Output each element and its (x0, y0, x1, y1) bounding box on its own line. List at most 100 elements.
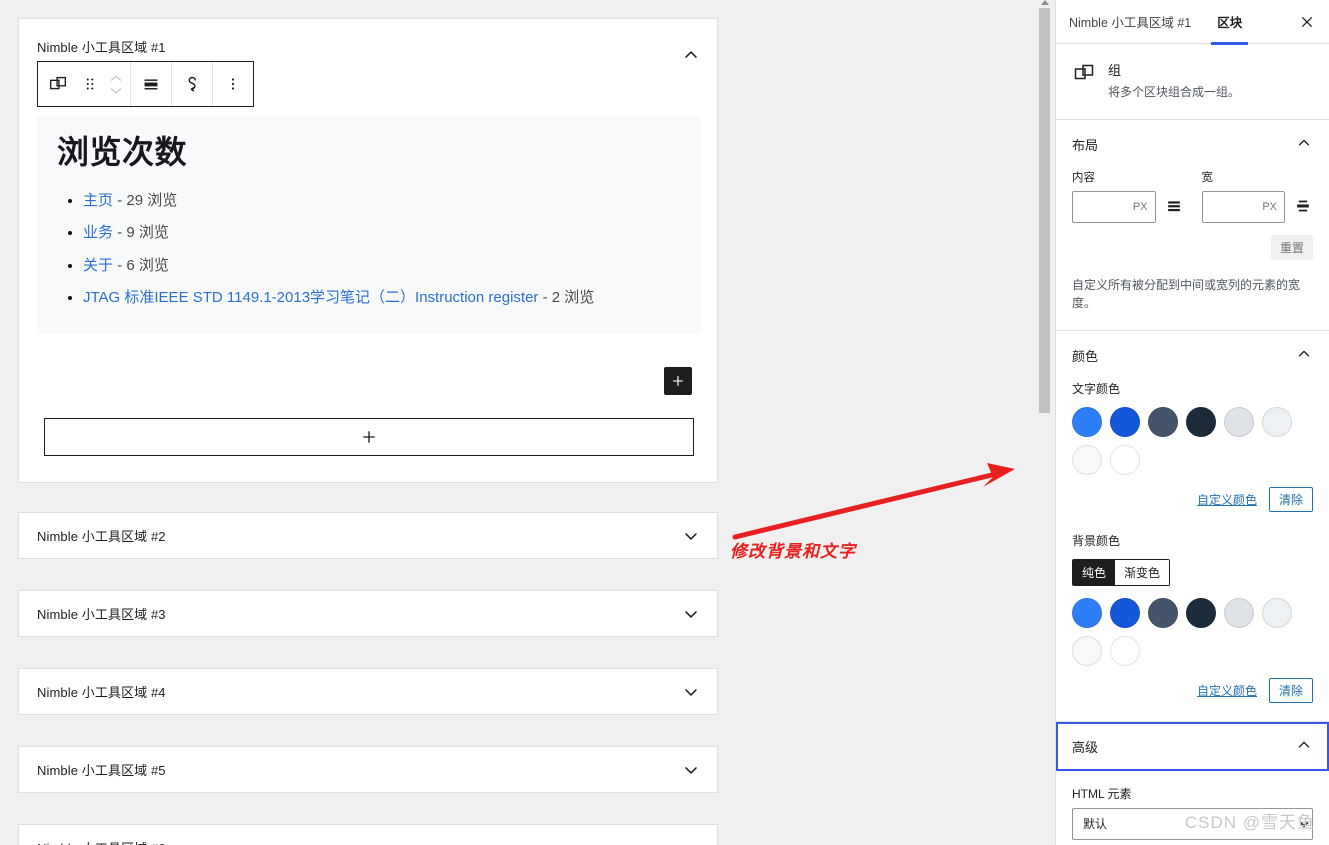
background-color-swatch-5[interactable] (1262, 598, 1292, 628)
text-color-swatch-5[interactable] (1262, 407, 1292, 437)
views-separator: - (117, 224, 123, 242)
transform-arrow-icon[interactable] (174, 62, 210, 106)
scrollbar-thumb[interactable] (1039, 8, 1050, 413)
block-mover-buttons[interactable] (104, 62, 128, 106)
chevron-up-icon[interactable] (1295, 134, 1313, 155)
solid-color-tab[interactable]: 纯色 (1073, 560, 1116, 585)
list-item: JTAG 标准IEEE STD 1149.1-2013学习笔记（二）Instru… (83, 290, 681, 307)
html-element-label: HTML 元素 (1072, 787, 1132, 801)
text-color-swatch-6[interactable] (1072, 445, 1102, 475)
chevron-down-icon (110, 87, 122, 93)
group-block-icon[interactable] (40, 62, 76, 106)
text-color-swatch-0[interactable] (1072, 407, 1102, 437)
group-block-content[interactable]: 浏览次数 主页 - 29 浏览 业务 - 9 浏览 关于 - 6 浏览 JTAG… (37, 116, 701, 334)
widget-area-panel-4[interactable]: Nimble 小工具区域 #4 (18, 668, 718, 715)
chevron-up-icon[interactable] (1295, 345, 1313, 366)
background-color-swatch-6[interactable] (1072, 636, 1102, 666)
views-count: 9 (126, 224, 135, 242)
sidebar-tabs: Nimble 小工具区域 #1 区块 (1056, 0, 1329, 45)
plus-icon (363, 431, 375, 443)
background-custom-color-button[interactable]: 自定义颜色 (1197, 682, 1257, 699)
layout-section-title: 布局 (1072, 138, 1099, 153)
text-color-swatch-2[interactable] (1148, 407, 1178, 437)
tab-widget-area[interactable]: Nimble 小工具区域 #1 (1056, 0, 1201, 44)
annotation-overlay: 修改背景和文字 (725, 455, 1025, 570)
views-link[interactable]: 关于 (83, 257, 113, 274)
annotation-text: 修改背景和文字 (730, 542, 856, 561)
gradient-color-tab[interactable]: 渐变色 (1115, 560, 1170, 585)
color-section-header[interactable]: 颜色 (1072, 345, 1313, 366)
background-color-swatch-7[interactable] (1110, 636, 1140, 666)
canvas-scrollbar[interactable] (1038, 0, 1052, 845)
views-count: 29 (126, 191, 144, 209)
chevron-up-icon[interactable] (679, 43, 703, 67)
widget-area-panel-2[interactable]: Nimble 小工具区域 #2 (18, 512, 718, 559)
advanced-section-body: HTML 元素 默认 (1056, 771, 1329, 840)
color-section-title: 颜色 (1072, 349, 1099, 364)
widget-area-panel-3[interactable]: Nimble 小工具区域 #3 (18, 590, 718, 637)
more-options-icon[interactable] (215, 62, 251, 106)
wide-width-input[interactable] (1202, 192, 1284, 222)
views-separator: - (542, 289, 548, 307)
views-link[interactable]: 主页 (83, 192, 113, 209)
text-clear-color-button[interactable]: 清除 (1268, 487, 1313, 512)
views-unit: 浏览 (564, 289, 595, 307)
add-block-bar[interactable] (44, 418, 694, 456)
background-color-swatch-2[interactable] (1148, 598, 1178, 628)
views-link[interactable]: JTAG 标准IEEE STD 1149.1-2013学习笔记（二）Instru… (83, 289, 538, 307)
chevron-down-icon[interactable] (679, 836, 703, 845)
layout-reset-button[interactable]: 重置 (1270, 235, 1313, 260)
toolbar-group-transform (172, 62, 213, 106)
chevron-down-icon[interactable] (679, 680, 703, 704)
views-count: 2 (551, 289, 561, 307)
align-stretch-icon[interactable] (1293, 196, 1313, 219)
background-color-swatch-3[interactable] (1186, 598, 1216, 628)
advanced-section-header[interactable]: 高级 (1072, 736, 1313, 757)
chevron-down-icon[interactable] (679, 758, 703, 782)
block-card: 组 将多个区块组合成一组。 (1056, 44, 1329, 120)
widget-area-title-6: Nimble 小工具区域 #6 (37, 838, 166, 845)
align-center-icon[interactable] (1164, 196, 1184, 219)
block-card-description: 将多个区块组合成一组。 (1108, 85, 1241, 99)
chevron-down-icon[interactable] (679, 524, 703, 548)
widget-area-panel-5[interactable]: Nimble 小工具区域 #5 (18, 746, 718, 793)
block-appender-button[interactable] (664, 367, 692, 395)
content-width-input[interactable] (1073, 192, 1155, 222)
chevron-down-icon[interactable] (679, 602, 703, 626)
chevron-up-icon[interactable] (1295, 736, 1313, 757)
html-element-select[interactable]: 默认 (1072, 808, 1313, 840)
block-toolbar[interactable] (37, 61, 254, 107)
text-color-swatch-7[interactable] (1110, 445, 1140, 475)
widget-area-title-3: Nimble 小工具区域 #3 (37, 607, 166, 622)
text-color-swatch-1[interactable] (1110, 407, 1140, 437)
widget-area-title-2: Nimble 小工具区域 #2 (37, 529, 166, 544)
group-block-icon (1072, 60, 1096, 101)
close-icon[interactable] (1289, 4, 1325, 40)
drag-handle-icon[interactable] (76, 62, 104, 106)
list-item: 业务 - 9 浏览 (83, 225, 681, 242)
tab-block[interactable]: 区块 (1201, 0, 1258, 45)
block-card-title: 组 (1108, 63, 1122, 78)
views-unit: 浏览 (138, 224, 169, 242)
background-color-swatch-0[interactable] (1072, 598, 1102, 628)
background-color-swatch-4[interactable] (1224, 598, 1254, 628)
editor-column: Nimble 小工具区域 #1 浏览次数 • 主页 - 29 浏览 • 业务 -… (0, 0, 1055, 845)
layout-section-header[interactable]: 布局 (1072, 134, 1313, 155)
text-color-swatch-4[interactable] (1224, 407, 1254, 437)
text-custom-color-button[interactable]: 自定义颜色 (1197, 491, 1257, 508)
background-color-palette (1072, 598, 1313, 666)
background-type-toggle[interactable]: 纯色 渐变色 (1072, 559, 1171, 586)
background-color-swatch-1[interactable] (1110, 598, 1140, 628)
layout-fields: 内容 PX 宽 PX (1072, 169, 1313, 223)
widget-area-title-4: Nimble 小工具区域 #4 (37, 685, 166, 700)
block-settings-sidebar: Nimble 小工具区域 #1 区块 组 将多个区块组合成一组。 布局 内容 P… (1055, 0, 1329, 845)
widget-area-panel-6[interactable]: Nimble 小工具区域 #6 (18, 824, 718, 845)
text-color-swatch-3[interactable] (1186, 407, 1216, 437)
wide-width-label: 宽 (1201, 172, 1214, 184)
widget-area-panel-1[interactable]: Nimble 小工具区域 #1 浏览次数 • 主页 - 29 浏览 • 业务 -… (18, 18, 718, 483)
toolbar-group-block-controls (38, 62, 131, 106)
align-center-icon[interactable] (133, 62, 169, 106)
views-link[interactable]: 业务 (83, 224, 113, 242)
scroll-up-arrow-icon[interactable] (1041, 0, 1049, 5)
background-clear-color-button[interactable]: 清除 (1268, 678, 1313, 703)
